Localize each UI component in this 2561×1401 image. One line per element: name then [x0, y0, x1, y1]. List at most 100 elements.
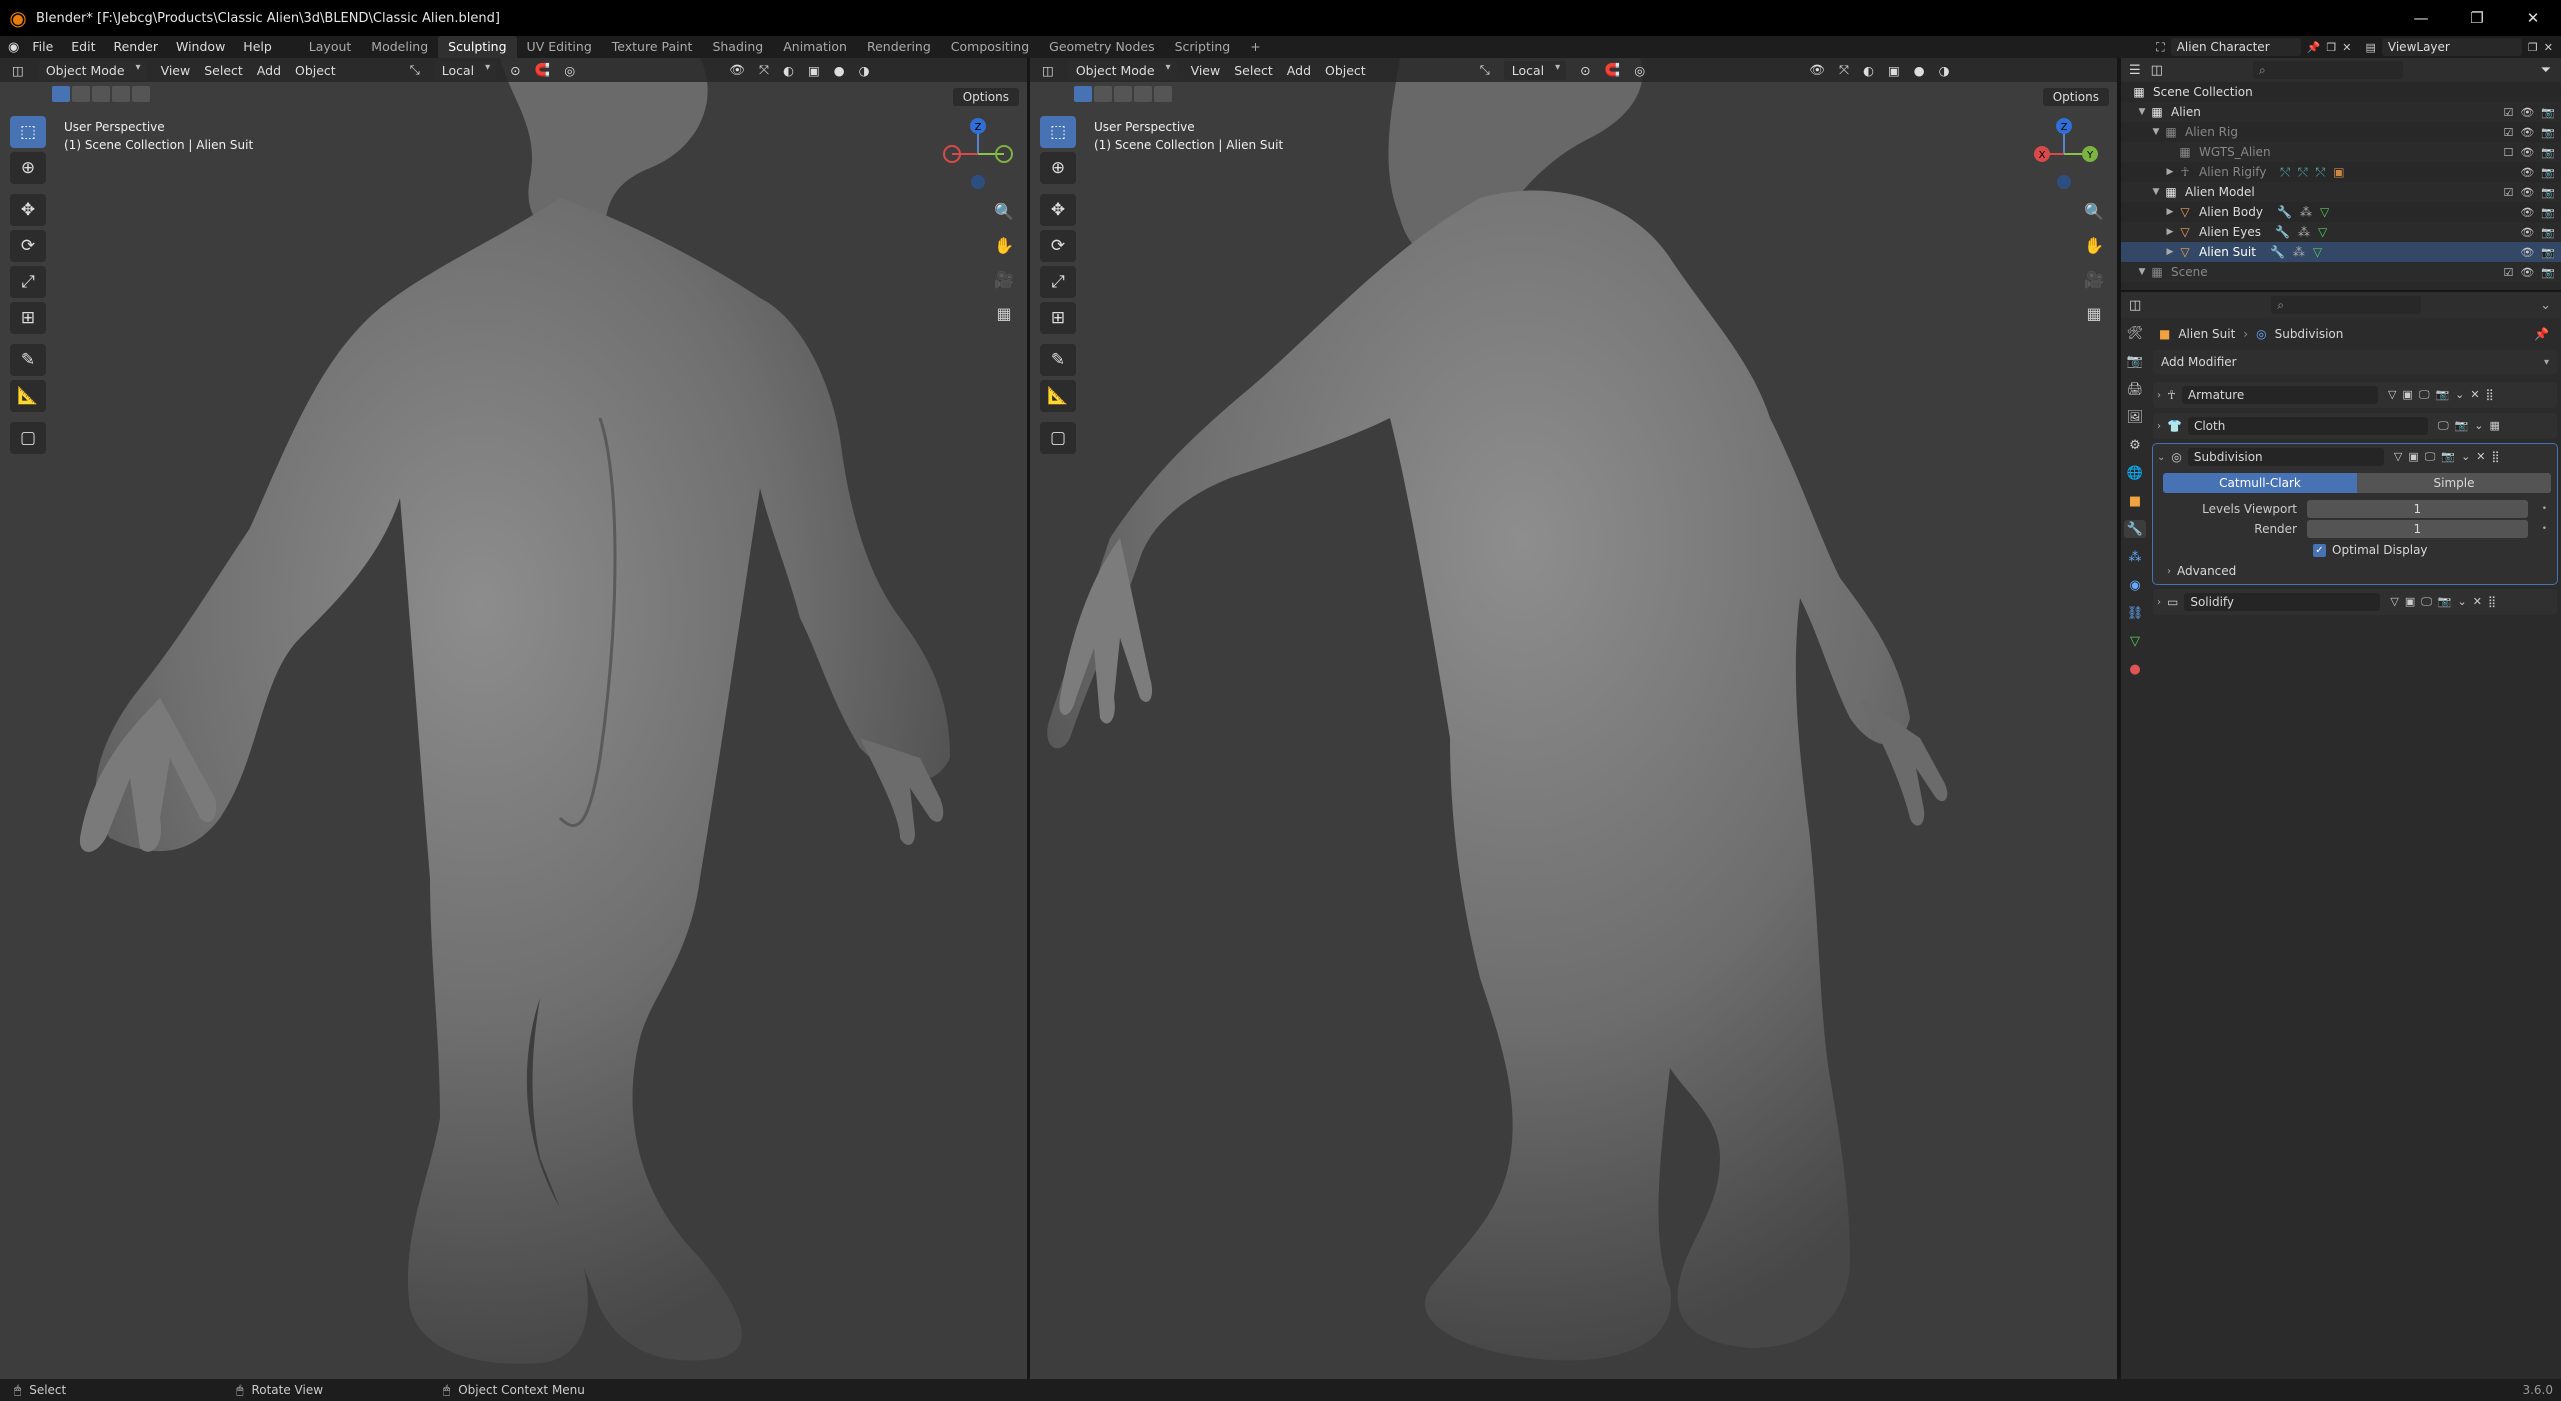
annotate-tool-icon[interactable]: ✎ [1040, 344, 1076, 376]
viewport-display-icon[interactable]: 🖵 [2425, 450, 2436, 464]
render-tab-icon[interactable]: 📷 [2124, 352, 2146, 370]
editor-type-icon[interactable]: ◫ [12, 63, 24, 78]
checkbox-icon[interactable]: ☐ [2503, 146, 2513, 159]
outliner-row-scene-collection[interactable]: ▦ Scene Collection [2121, 82, 2561, 102]
tab-scripting[interactable]: Scripting [1165, 36, 1241, 58]
shading-solid-icon[interactable]: ● [1914, 63, 1925, 78]
select-subtract-icon[interactable] [1114, 86, 1132, 102]
dropdown-icon[interactable]: ⌄ [2458, 595, 2467, 609]
viewport-display-icon[interactable]: 🖵 [2419, 388, 2430, 402]
eye-icon[interactable]: 👁 [2520, 106, 2534, 119]
menu-view[interactable]: View [1191, 63, 1221, 78]
measure-tool-icon[interactable]: 📐 [1040, 380, 1076, 412]
eye-icon[interactable]: 👁 [2520, 246, 2534, 259]
select-invert-icon[interactable] [1134, 86, 1152, 102]
pan-hand-icon[interactable]: ✋ [2081, 232, 2107, 258]
constraints-tab-icon[interactable]: ⛓ [2124, 604, 2146, 622]
ortho-grid-icon[interactable]: ▦ [991, 300, 1017, 326]
snap-icon[interactable]: 🧲 [535, 62, 551, 78]
eye-icon[interactable]: 👁 [2520, 266, 2534, 279]
object-tab-icon[interactable]: ■ [2124, 492, 2146, 510]
tab-rendering[interactable]: Rendering [857, 36, 941, 58]
outliner-search[interactable]: ⌕ [2252, 61, 2403, 79]
tab-geometry-nodes[interactable]: Geometry Nodes [1039, 36, 1164, 58]
menu-add[interactable]: Add [1287, 63, 1311, 78]
catmull-clark-button[interactable]: Catmull-Clark [2163, 473, 2357, 493]
pin-icon[interactable]: 📌 [2307, 41, 2321, 54]
particles-tab-icon[interactable]: ⁂ [2124, 548, 2146, 566]
zoom-icon[interactable]: 🔍 [991, 198, 1017, 224]
on-cage-icon[interactable]: ▽ [2394, 450, 2402, 464]
camera-icon[interactable]: 📷 [2541, 186, 2555, 199]
tool-tab-icon[interactable]: 🛠 [2124, 324, 2146, 342]
maximize-button[interactable]: ❐ [2449, 0, 2505, 36]
scene-selector[interactable]: Alien Character [2170, 38, 2301, 56]
delete-scene-icon[interactable]: ✕ [2342, 41, 2351, 54]
viewport-display-icon[interactable]: 🖵 [2421, 595, 2432, 609]
minimize-button[interactable]: — [2393, 0, 2449, 36]
overlay-toggle-icon[interactable]: ◐ [783, 63, 794, 78]
editor-type-icon[interactable]: ◫ [1042, 63, 1054, 78]
transform-tool-icon[interactable]: ⊞ [1040, 302, 1076, 334]
camera-icon[interactable]: 📷 [2541, 106, 2555, 119]
physics-tab-icon[interactable]: ◉ [2124, 576, 2146, 594]
dropdown-icon[interactable]: ⌄ [2474, 419, 2483, 433]
expand-arrow-icon[interactable]: › [2157, 390, 2161, 401]
keyframe-dot-icon[interactable]: • [2542, 524, 2547, 534]
select-box-tool-icon[interactable]: ⬚ [10, 116, 46, 148]
overlay-toggle-icon[interactable]: ◐ [1863, 63, 1874, 78]
viewport-right[interactable]: ◫ Object Mode View Select Add Object ⤡ L… [1030, 58, 2117, 1379]
remove-modifier-icon[interactable]: ✕ [2476, 450, 2485, 464]
menu-view[interactable]: View [161, 63, 191, 78]
select-extend-icon[interactable] [1094, 86, 1112, 102]
add-cube-tool-icon[interactable]: ▢ [1040, 422, 1076, 454]
on-cage-icon[interactable]: ▽ [2390, 595, 2398, 609]
physics-link-icon[interactable]: ▦ [2489, 419, 2499, 433]
remove-modifier-icon[interactable]: ✕ [2473, 595, 2482, 609]
xray-icon[interactable]: ▣ [808, 63, 820, 78]
visibility-icon[interactable]: 👁 [1809, 62, 1825, 78]
scale-tool-icon[interactable]: ⤢ [10, 266, 46, 298]
mode-dropdown[interactable]: Object Mode [1067, 60, 1177, 80]
outliner-row-alien-model[interactable]: ▼ ▦ Alien Model ☑ 👁 📷 [2121, 182, 2561, 202]
select-intersect-icon[interactable] [1154, 86, 1172, 102]
gizmo-neg-z-axis[interactable] [971, 175, 985, 189]
shading-material-icon[interactable]: ◑ [1939, 63, 1950, 78]
select-subtract-icon[interactable] [92, 86, 110, 102]
gizmo-neg-z-axis[interactable] [2057, 175, 2071, 189]
gizmo-toggle-icon[interactable]: ⤧ [1839, 62, 1849, 78]
menu-select[interactable]: Select [204, 63, 243, 78]
material-tab-icon[interactable]: ● [2124, 660, 2146, 678]
expand-arrow-icon[interactable]: ▼ [2149, 127, 2163, 137]
eye-icon[interactable]: 👁 [2520, 226, 2534, 239]
camera-icon[interactable]: 📷 [2541, 146, 2555, 159]
move-tool-icon[interactable]: ✥ [1040, 194, 1076, 226]
eye-icon[interactable]: 👁 [2520, 206, 2534, 219]
pivot-icon[interactable]: ⊙ [1580, 63, 1590, 78]
menu-render[interactable]: Render [104, 36, 167, 58]
remove-modifier-icon[interactable]: ✕ [2470, 388, 2479, 402]
viewport-left[interactable]: ◫ Object Mode View Select Add Object ⤡ L… [0, 58, 1027, 1379]
filter-icon[interactable]: ⏷ [2541, 63, 2551, 78]
select-invert-icon[interactable] [112, 86, 130, 102]
properties-search[interactable]: ⌕ [2271, 296, 2422, 314]
menu-window[interactable]: Window [167, 36, 234, 58]
outliner-row-alien[interactable]: ▼ ▦ Alien ☑ 👁 📷 [2121, 102, 2561, 122]
proportional-edit-icon[interactable]: ◎ [564, 63, 575, 78]
annotate-tool-icon[interactable]: ✎ [10, 344, 46, 376]
camera-icon[interactable]: 📷 [2541, 126, 2555, 139]
render-icon[interactable]: 📷 [2441, 450, 2455, 464]
camera-icon[interactable]: 📷 [2541, 206, 2555, 219]
options-chevron-icon[interactable]: ⌄ [2540, 298, 2551, 313]
options-dropdown[interactable]: Options [2042, 88, 2109, 106]
modifier-name-field[interactable]: Subdivision [2187, 448, 2384, 466]
levels-viewport-field[interactable]: 1 [2307, 500, 2528, 518]
scale-tool-icon[interactable]: ⤢ [1040, 266, 1076, 298]
zoom-icon[interactable]: 🔍 [2081, 198, 2107, 224]
drag-handle-icon[interactable]: ⣿ [2486, 388, 2494, 402]
menu-object[interactable]: Object [295, 63, 336, 78]
outliner-row-alien-rig[interactable]: ▼ ▦ Alien Rig ☑ 👁 📷 [2121, 122, 2561, 142]
edit-mode-icon[interactable]: ▣ [2408, 450, 2418, 464]
modifier-name-field[interactable]: Armature [2181, 386, 2378, 404]
new-viewlayer-icon[interactable]: ❐ [2528, 41, 2538, 54]
